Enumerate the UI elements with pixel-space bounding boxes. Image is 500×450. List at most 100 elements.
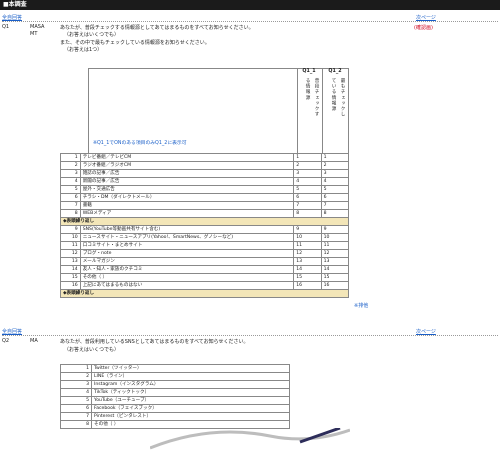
cell-q1-1[interactable]: 12 xyxy=(293,249,322,258)
cell-q1-1[interactable]: 4 xyxy=(293,177,322,186)
table-row[interactable]: 12 ブログ・note 12 12 xyxy=(60,249,350,258)
row-number: 14 xyxy=(60,265,81,274)
question-type-2: MT xyxy=(30,31,38,37)
table-row[interactable]: 16 上記にあてはまるものはない 16 16 xyxy=(60,281,350,290)
section-repeat-label: ◆表頭繰り返し xyxy=(60,217,349,226)
cell-q1-1[interactable]: 13 xyxy=(293,257,322,266)
table-row[interactable]: 2 LINE（ライン） xyxy=(60,372,290,381)
cell-q1-1[interactable]: 6 xyxy=(293,193,322,202)
row-label: 友人・知人・家族のクチコミ xyxy=(79,265,295,274)
next-page-link[interactable]: 次ページ xyxy=(416,328,436,335)
row-number: 7 xyxy=(60,412,92,421)
table-row[interactable]: 7 Pinterest（ピンタレスト） xyxy=(60,412,290,421)
cell-q1-2[interactable]: 15 xyxy=(320,273,350,282)
column-desc: 普段チェックす xyxy=(314,78,319,118)
question-id: Q2 xyxy=(2,338,10,344)
cell-q1-2[interactable]: 9 xyxy=(320,225,350,234)
cell-q1-2[interactable]: 11 xyxy=(320,241,350,250)
all-answer-link[interactable]: 全自回答 xyxy=(2,14,22,21)
cell-q1-2[interactable]: 2 xyxy=(320,161,350,170)
table-row[interactable]: 13 メールマガジン 13 13 xyxy=(60,257,350,266)
table-row[interactable]: 5 YouTube（ユーチューブ） xyxy=(60,396,290,405)
row-number: 11 xyxy=(60,241,81,250)
cell-q1-1[interactable]: 8 xyxy=(293,209,322,218)
question-note-2: （お答えは1つ） xyxy=(64,47,103,53)
row-number: 10 xyxy=(60,233,81,242)
table-row[interactable]: 9 SNS(YouTube等動画共有サイト含む) 9 9 xyxy=(60,225,350,234)
table-row[interactable]: 11 口コミサイト・まとめサイト 11 11 xyxy=(60,241,350,250)
section-repeat-label: ◆表頭繰り返し xyxy=(60,289,349,298)
table-row[interactable]: 4 TikTok（ティックトック） xyxy=(60,388,290,397)
cell-q1-2[interactable]: 12 xyxy=(320,249,350,258)
table-row[interactable]: 3 Instagram（インスタグラム） xyxy=(60,380,290,389)
row-label: 新聞の記事／広告 xyxy=(79,177,295,186)
cell-q1-2[interactable]: 13 xyxy=(320,257,350,266)
cell-q1-2[interactable]: 16 xyxy=(320,281,350,290)
table-row[interactable]: 4 新聞の記事／広告 4 4 xyxy=(60,177,350,186)
table-row[interactable]: 8 WEBメディア 8 8 xyxy=(60,209,350,218)
row-number: 13 xyxy=(60,257,81,266)
row-label: TikTok（ティックトック） xyxy=(91,388,290,397)
table-row[interactable]: 15 その他（ ） 15 15 xyxy=(60,273,350,282)
table-header-cell: ※Q1_1でONのある項目のみQ1_2に表示可 xyxy=(88,68,298,154)
cell-q1-1[interactable]: 16 xyxy=(293,281,322,290)
row-label: Pinterest（ピンタレスト） xyxy=(91,412,290,421)
cell-q1-1[interactable]: 2 xyxy=(293,161,322,170)
cell-q1-2[interactable]: 3 xyxy=(320,169,350,178)
cell-q1-2[interactable]: 5 xyxy=(320,185,350,194)
all-answer-link[interactable]: 全自回答 xyxy=(2,328,22,335)
cell-q1-1[interactable]: 3 xyxy=(293,169,322,178)
cell-q1-1[interactable]: 15 xyxy=(293,273,322,282)
question-note: （お答えはいくつでも） xyxy=(64,347,120,353)
row-number: 9 xyxy=(60,225,81,234)
cell-q1-2[interactable]: 8 xyxy=(320,209,350,218)
cell-q1-1[interactable]: 10 xyxy=(293,233,322,242)
table-row[interactable]: 1 テレビ番組／テレビCM 1 1 xyxy=(60,153,350,162)
cell-q1-1[interactable]: 9 xyxy=(293,225,322,234)
column-title: Q1_1 xyxy=(302,69,316,74)
cell-q1-1[interactable]: 11 xyxy=(293,241,322,250)
column-desc: 最もチェックし xyxy=(340,78,345,118)
table-row[interactable]: 3 雑誌の記事／広告 3 3 xyxy=(60,169,350,178)
row-label: ラジオ番組／ラジオCM xyxy=(79,161,295,170)
table-row[interactable]: 5 屋外・交通広告 5 5 xyxy=(60,185,350,194)
cell-q1-1[interactable]: 7 xyxy=(293,201,322,210)
cell-q1-2[interactable]: 10 xyxy=(320,233,350,242)
row-number: 3 xyxy=(60,380,92,389)
cell-q1-2[interactable]: 7 xyxy=(320,201,350,210)
row-label: 屋外・交通広告 xyxy=(79,185,295,194)
cell-q1-1[interactable]: 5 xyxy=(293,185,322,194)
row-number: 2 xyxy=(60,161,81,170)
next-page-link[interactable]: 次ページ xyxy=(416,14,436,21)
row-label: チラシ・DM（ダイレクトメール） xyxy=(79,193,295,202)
column-title: Q1_2 xyxy=(328,69,342,74)
cell-q1-1[interactable]: 14 xyxy=(293,265,322,274)
row-number: 7 xyxy=(60,201,81,210)
cell-q1-2[interactable]: 4 xyxy=(320,177,350,186)
cell-q1-2[interactable]: 14 xyxy=(320,265,350,274)
table-row[interactable]: 6 チラシ・DM（ダイレクトメール） 6 6 xyxy=(60,193,350,202)
question-type: MA xyxy=(30,338,38,344)
row-label: LINE（ライン） xyxy=(91,372,290,381)
question-id: Q1 xyxy=(2,24,10,30)
row-number: 1 xyxy=(60,364,92,373)
cell-q1-2[interactable]: 1 xyxy=(320,153,350,162)
table-row[interactable]: 7 書籍 7 7 xyxy=(60,201,350,210)
row-label: Twitter（ツイッター） xyxy=(91,364,290,373)
table-row[interactable]: 10 ニュースサイト・ニュースアプリ(Yahoo!、SmartNews、グノシーな… xyxy=(60,233,350,242)
question-text: あなたが、普段チェックする情報源としてあてはまるものをすべてお知らせください。 xyxy=(60,25,254,31)
divider xyxy=(2,335,498,336)
table-row[interactable]: 14 友人・知人・家族のクチコミ 14 14 xyxy=(60,265,350,274)
table-row[interactable]: 1 Twitter（ツイッター） xyxy=(60,364,290,373)
row-label: ニュースサイト・ニュースアプリ(Yahoo!、SmartNews、グノシーなど) xyxy=(79,233,295,242)
column-desc-2: ている情報源 xyxy=(331,78,336,112)
options-table: 1 テレビ番組／テレビCM 1 1 2 ラジオ番組／ラジオCM 2 2 3 雑誌の記事／広告 3… xyxy=(60,153,350,298)
row-number: 16 xyxy=(60,281,81,290)
table-row[interactable]: 2 ラジオ番組／ラジオCM 2 2 xyxy=(60,161,350,170)
row-label: Facebook（フェイスブック） xyxy=(91,404,290,413)
column-header-q1-2: Q1_2 最もチェックし ている情報源 xyxy=(322,68,349,154)
row-label: 上記にあてはまるものはない xyxy=(79,281,295,290)
cell-q1-2[interactable]: 6 xyxy=(320,193,350,202)
cell-q1-1[interactable]: 1 xyxy=(293,153,322,162)
table-row[interactable]: 6 Facebook（フェイスブック） xyxy=(60,404,290,413)
